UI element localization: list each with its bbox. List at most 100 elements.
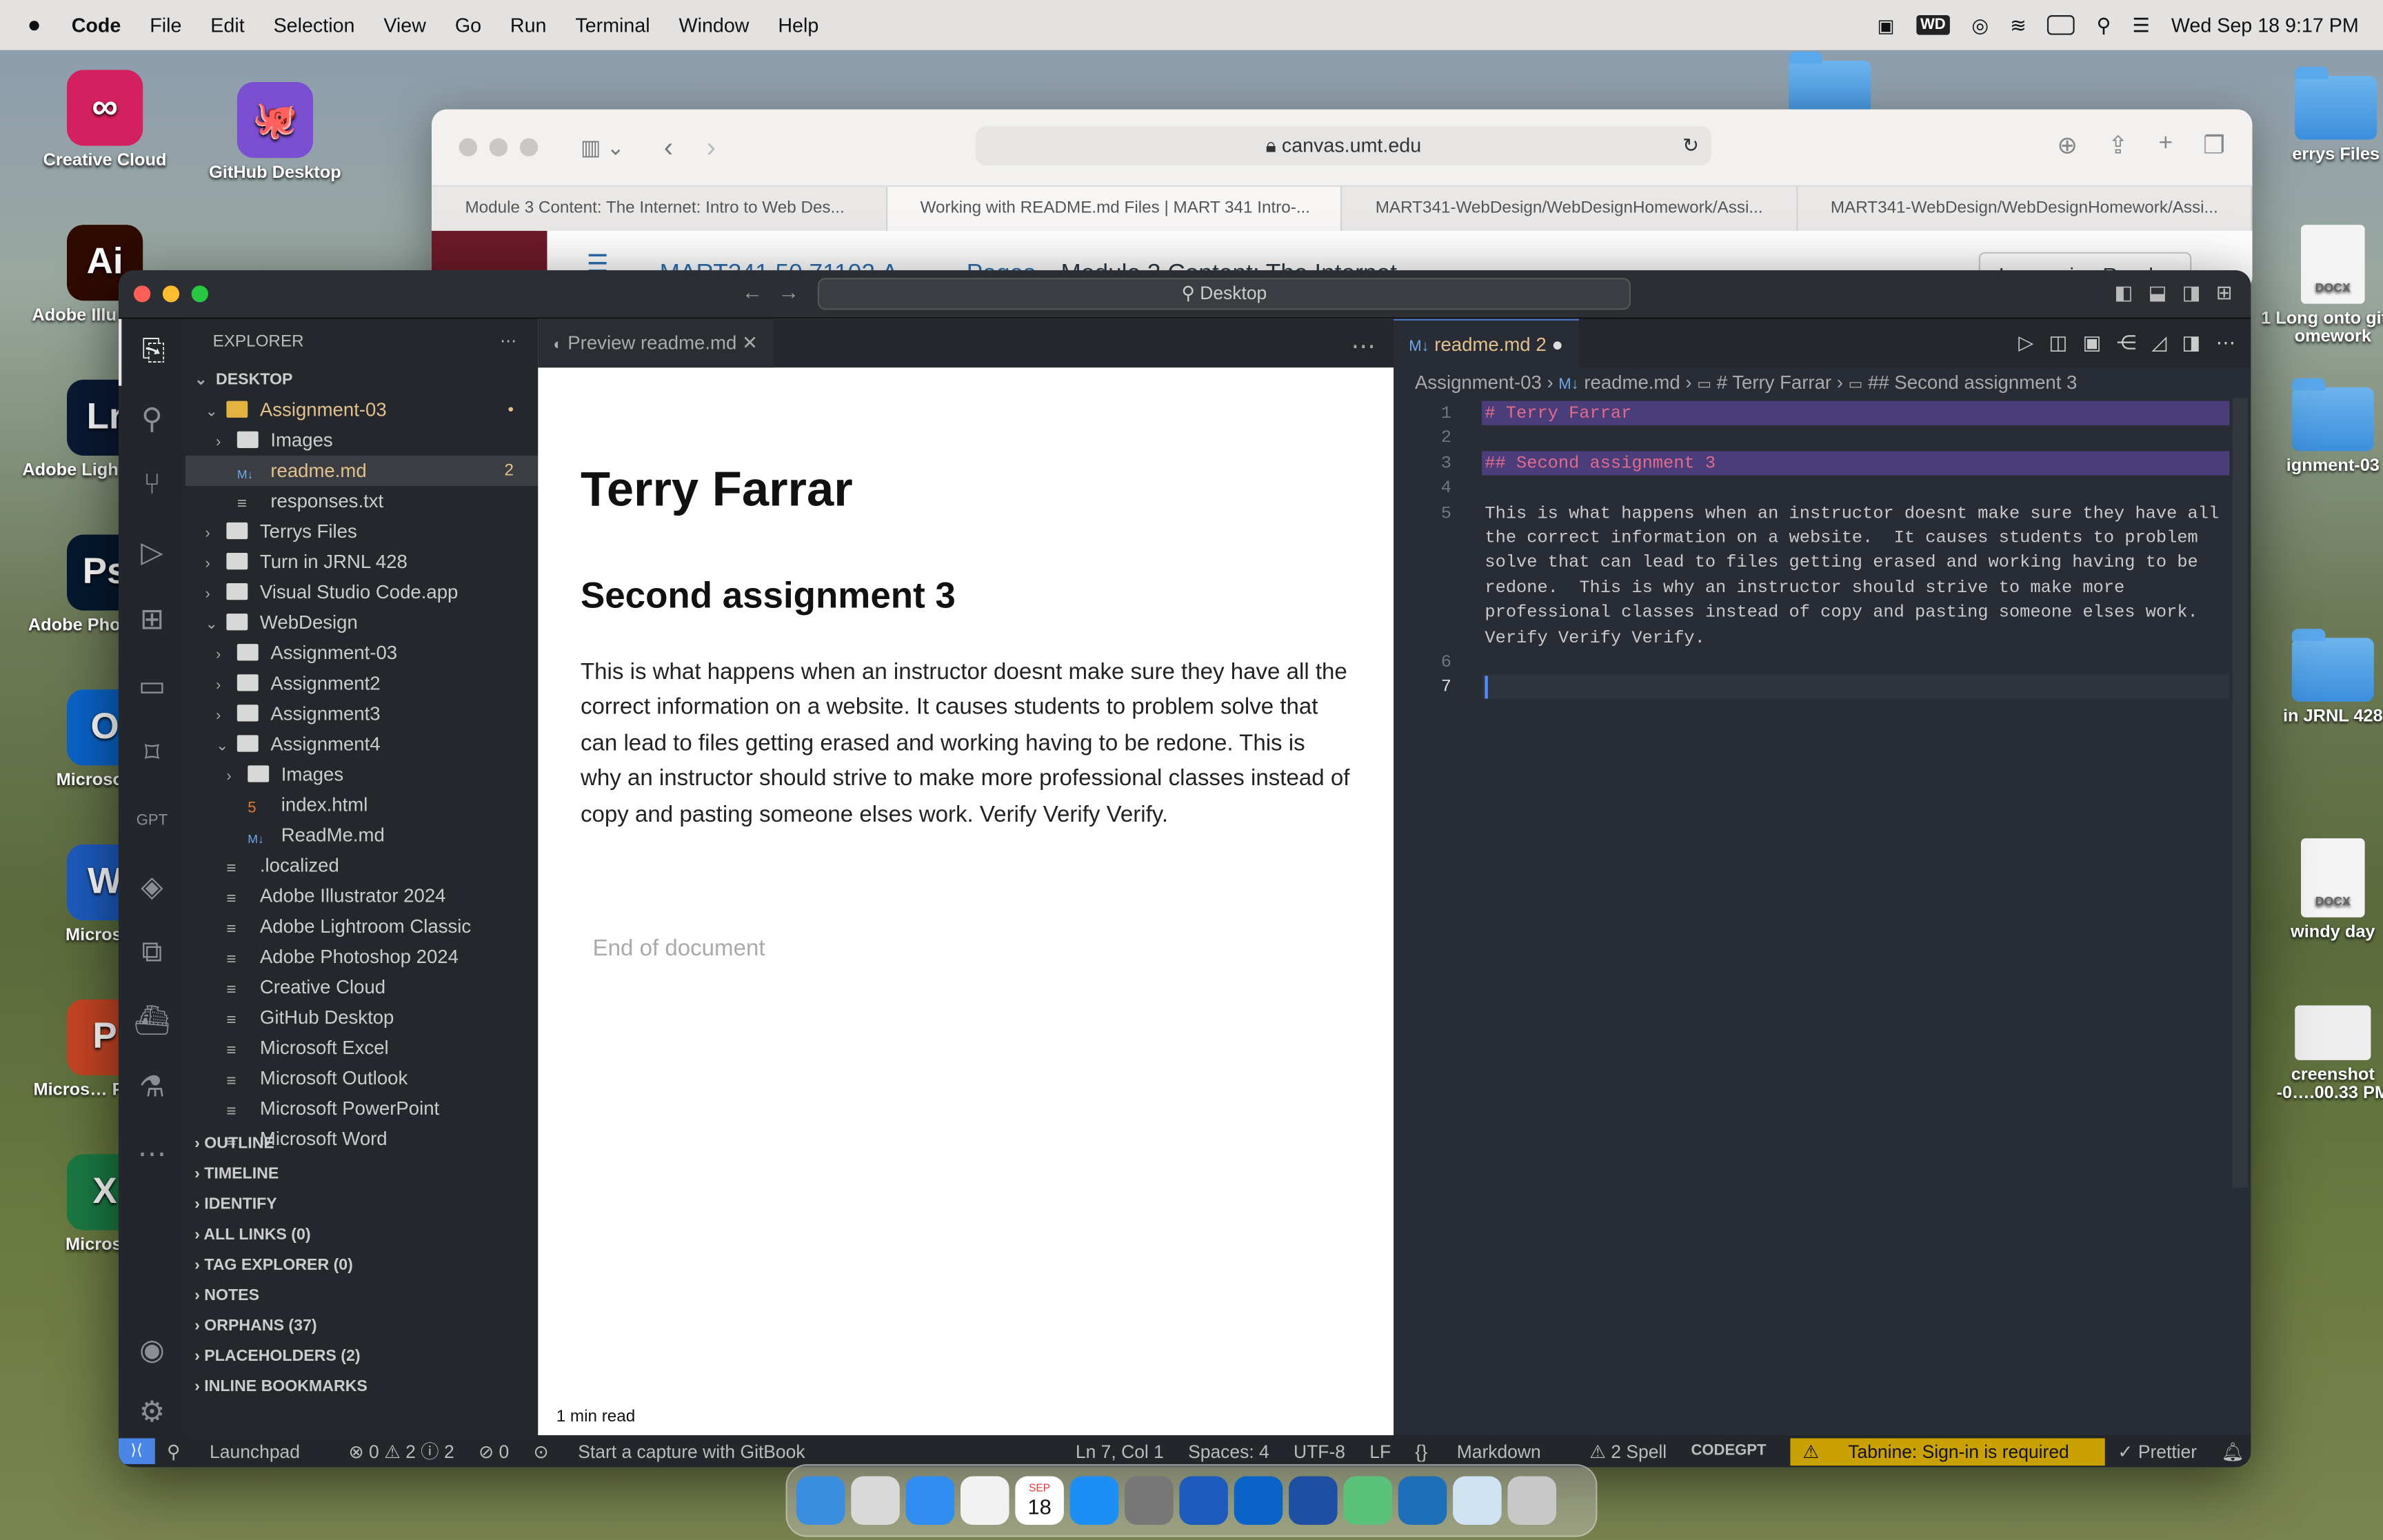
- tree-item[interactable]: › Images: [185, 425, 538, 456]
- desktop-docx-long[interactable]: DOCX 1 Long onto git…omework: [2249, 225, 2383, 346]
- dock-settings-icon[interactable]: [1125, 1476, 1174, 1526]
- extensions-icon[interactable]: ⊞: [119, 586, 185, 653]
- spell-status[interactable]: ⚠ 2 Spell: [1589, 1441, 1667, 1462]
- dock-trash-icon[interactable]: [1507, 1476, 1556, 1526]
- minimize-button[interactable]: [162, 285, 180, 303]
- address-bar[interactable]: 🔒︎ canvas.umt.edu ↻: [976, 125, 1711, 166]
- notifications-bell-icon[interactable]: 🔔︎: [2221, 1441, 2244, 1462]
- nav-forward-icon[interactable]: →: [778, 279, 799, 303]
- cursor-position[interactable]: Ln 7, Col 1: [1076, 1441, 1164, 1462]
- menu-help[interactable]: Help: [778, 14, 818, 37]
- codegpt-icon[interactable]: GPT: [119, 787, 185, 853]
- preview-icon[interactable]: ▣: [2083, 331, 2102, 355]
- menu-view[interactable]: View: [383, 14, 426, 37]
- tree-item[interactable]: ⌄ Assignment4: [185, 729, 538, 760]
- tree-root[interactable]: ⌄ DESKTOP: [185, 365, 538, 395]
- tree-item[interactable]: ≡ Microsoft Excel: [185, 1033, 538, 1063]
- back-icon[interactable]: ‹: [664, 132, 673, 163]
- tree-item[interactable]: ≡ responses.txt: [185, 486, 538, 516]
- more-icon[interactable]: ⋯: [119, 1121, 185, 1188]
- wifi-icon[interactable]: ≋: [2010, 13, 2027, 37]
- sidebar-section[interactable]: › TIMELINE: [185, 1159, 538, 1189]
- desktop-folder-jrnl[interactable]: in JRNL 428: [2249, 629, 2383, 726]
- outlook-status-icon[interactable]: ▣: [1878, 14, 1895, 36]
- menu-selection[interactable]: Selection: [274, 14, 355, 37]
- tree-item[interactable]: ⌄ WebDesign: [185, 607, 538, 638]
- menu-window[interactable]: Window: [679, 14, 750, 37]
- remote-explorer-icon[interactable]: ▭: [119, 653, 185, 720]
- breadcrumb-item[interactable]: # Terry Farrar: [1717, 372, 1831, 394]
- toggle-panel-icon[interactable]: ⬓: [2148, 281, 2166, 305]
- zoom-button[interactable]: [191, 285, 208, 303]
- tree-item[interactable]: › Assignment3: [185, 698, 538, 729]
- ports-status[interactable]: ⊘ 0: [479, 1441, 509, 1462]
- menu-edit[interactable]: Edit: [210, 14, 244, 37]
- creative-cloud-status-icon[interactable]: ◎: [1971, 13, 1989, 37]
- dock-calendar-icon[interactable]: SEP 18: [1015, 1476, 1064, 1526]
- sidebar-section[interactable]: › NOTES: [185, 1280, 538, 1310]
- tree-item[interactable]: ≡ GitHub Desktop: [185, 1002, 538, 1033]
- breadcrumb-item[interactable]: Assignment-03: [1415, 372, 1542, 394]
- foam-icon[interactable]: ⧉: [119, 920, 185, 987]
- menu-file[interactable]: File: [150, 14, 181, 37]
- safari-tab[interactable]: Module 3 Content: The Internet: Intro to…: [432, 186, 887, 231]
- tree-item[interactable]: ≡ Adobe Photoshop 2024: [185, 942, 538, 972]
- desktop-folder-terrys-files[interactable]: errys Files: [2252, 66, 2383, 164]
- zoom-button[interactable]: [519, 138, 539, 156]
- dock-app-store-icon[interactable]: [1069, 1476, 1119, 1526]
- tree-item[interactable]: 5 index.html: [185, 790, 538, 820]
- testing-icon[interactable]: ⚗: [119, 1054, 185, 1121]
- dock-word-icon[interactable]: [1179, 1476, 1228, 1526]
- search-icon[interactable]: ⚲: [119, 386, 185, 453]
- preview-tab[interactable]: ◐ Preview readme.md ✕: [538, 318, 774, 368]
- tree-item[interactable]: ≡ Adobe Lightroom Classic: [185, 911, 538, 942]
- downloads-icon[interactable]: ⊕: [2057, 130, 2078, 161]
- tree-item[interactable]: ≡ Microsoft PowerPoint: [185, 1093, 538, 1124]
- app-menu[interactable]: Code: [72, 14, 121, 37]
- close-button[interactable]: [459, 138, 478, 156]
- share-icon[interactable]: ⇪: [2108, 130, 2129, 161]
- encoding[interactable]: UTF-8: [1294, 1441, 1345, 1462]
- sidebar-section[interactable]: › TAG EXPLORER (0): [185, 1250, 538, 1280]
- forward-icon[interactable]: ›: [707, 132, 716, 163]
- dock-finder-icon[interactable]: [796, 1476, 845, 1526]
- launchpad-status[interactable]: ⚲ Launchpad: [167, 1441, 324, 1462]
- dock-atom-icon[interactable]: [1343, 1476, 1392, 1526]
- new-tab-icon[interactable]: +: [2159, 130, 2173, 161]
- dock-wd-icon[interactable]: [1289, 1476, 1338, 1526]
- desktop-screenshot[interactable]: creenshot -0….00.33 PM: [2249, 1005, 2383, 1103]
- dock-safari-icon[interactable]: [905, 1476, 955, 1526]
- problems-status[interactable]: ⊗ 0 ⚠ 2 ⓘ 2: [348, 1438, 454, 1463]
- safari-tab[interactable]: MART341-WebDesign/WebDesignHomework/Assi…: [1797, 186, 2253, 231]
- close-button[interactable]: [133, 285, 151, 303]
- language-mode[interactable]: {} Markdown: [1415, 1441, 1565, 1462]
- sidebar-section[interactable]: › IDENTIFY: [185, 1189, 538, 1219]
- more-actions-icon[interactable]: ⋯: [2216, 331, 2236, 355]
- tabnine-status[interactable]: ⚠ Tabnine: Sign-in is required: [1790, 1437, 2106, 1465]
- menu-run[interactable]: Run: [510, 14, 547, 37]
- desktop-app-icon[interactable]: 🐙 GitHub Desktop: [192, 81, 359, 182]
- desktop-docx-windy-day[interactable]: DOCX windy day: [2249, 838, 2383, 942]
- prettier-status[interactable]: ✓ Prettier: [2118, 1441, 2197, 1462]
- split-editor-icon[interactable]: ◨: [2182, 331, 2200, 355]
- more-actions-icon[interactable]: ⋯: [1351, 331, 1375, 361]
- tree-item[interactable]: ≡ .localized: [185, 851, 538, 881]
- safari-tab[interactable]: MART341-WebDesign/WebDesignHomework/Assi…: [1342, 186, 1798, 231]
- dock-chrome-icon[interactable]: [960, 1476, 1009, 1526]
- editor-tab[interactable]: M↓ readme.md 2 ●: [1394, 318, 1579, 368]
- scrollbar[interactable]: [2232, 398, 2248, 1188]
- menu-terminal[interactable]: Terminal: [575, 14, 650, 37]
- indentation[interactable]: Spaces: 4: [1188, 1441, 1269, 1462]
- menu-go[interactable]: Go: [455, 14, 481, 37]
- tree-item[interactable]: › Turn in JRNL 428: [185, 547, 538, 577]
- clock[interactable]: Wed Sep 18 9:17 PM: [2171, 14, 2359, 37]
- desktop-app-icon[interactable]: ∞ Creative Cloud: [21, 70, 188, 170]
- run-icon[interactable]: ▷: [2018, 331, 2033, 355]
- battery-icon[interactable]: [2047, 15, 2075, 35]
- chart-icon[interactable]: ◿: [2151, 331, 2166, 355]
- docker-icon[interactable]: ⛴: [119, 987, 185, 1054]
- tree-item[interactable]: › Terrys Files: [185, 516, 538, 547]
- accounts-icon[interactable]: ◉: [119, 1317, 185, 1384]
- tree-item[interactable]: › Assignment2: [185, 668, 538, 698]
- run-debug-icon[interactable]: ▷: [119, 519, 185, 586]
